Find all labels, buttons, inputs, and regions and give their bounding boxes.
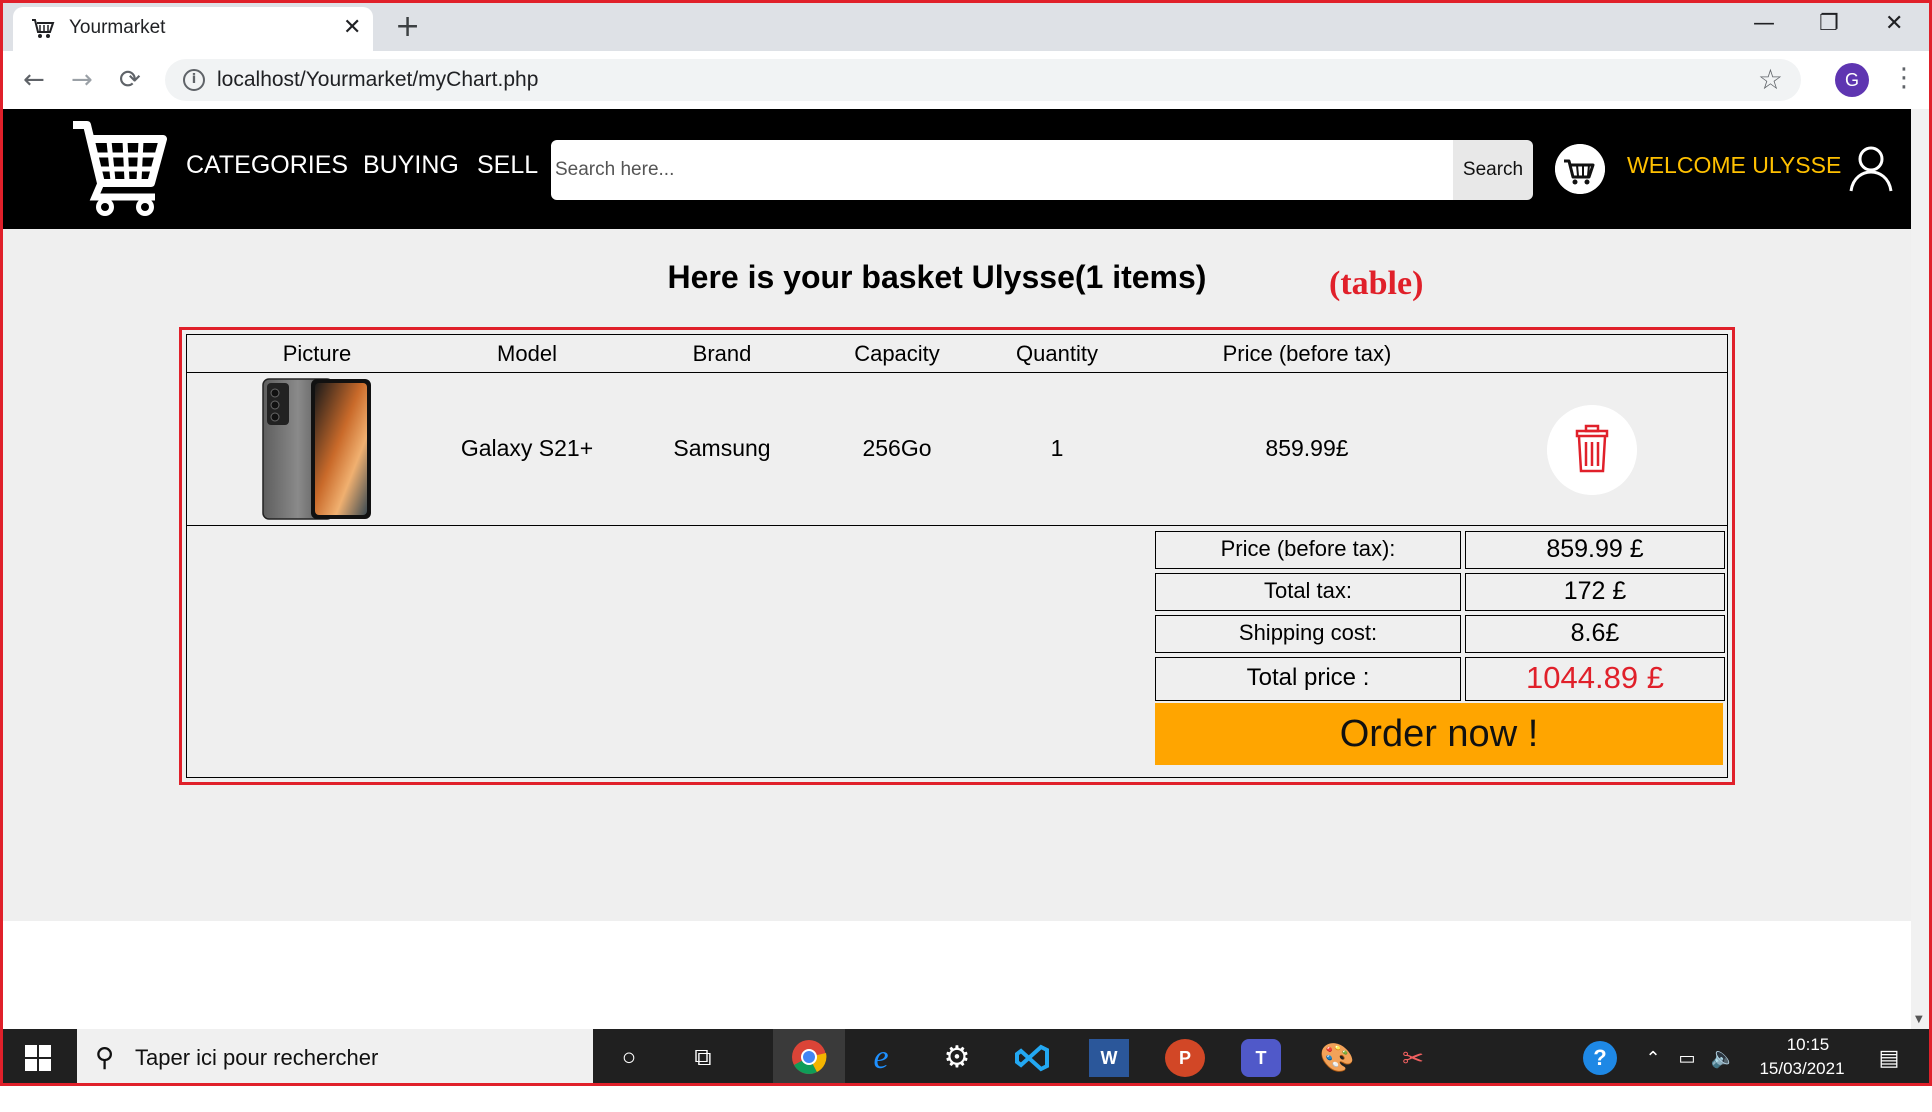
volume-icon[interactable]: 🔈 — [1703, 1039, 1743, 1077]
tab-title: Yourmarket — [69, 17, 166, 38]
windows-start-icon[interactable] — [25, 1045, 51, 1071]
page-blank-area — [3, 921, 1911, 1029]
teams-icon[interactable]: T — [1241, 1039, 1281, 1077]
task-view-icon[interactable]: ⧉ — [683, 1039, 723, 1077]
item-brand: Samsung — [673, 435, 771, 461]
window-close-button[interactable]: ✕ — [1885, 11, 1903, 36]
cart-favicon-icon — [32, 19, 55, 38]
menu-kebab-icon[interactable]: ⋮ — [1891, 63, 1917, 93]
nav-buying[interactable]: BUYING — [363, 151, 459, 180]
settings-gear-icon[interactable]: ⚙ — [937, 1039, 977, 1077]
item-capacity: 256Go — [862, 435, 932, 461]
browser-tab[interactable]: Yourmarket ✕ — [13, 7, 373, 51]
cart-logo-icon[interactable] — [71, 119, 167, 219]
welcome-text[interactable]: WELCOME ULYSSE — [1627, 152, 1841, 179]
table-row: Galaxy S21+ Samsung 256Go 1 859.99£ — [187, 373, 1727, 526]
restore-button[interactable]: ❐ — [1819, 11, 1839, 36]
page-title: Here is your basket Ulysse(1 items) — [667, 259, 1207, 295]
order-now-button[interactable]: Order now ! — [1155, 703, 1723, 765]
basket-icon[interactable] — [1555, 144, 1605, 194]
chrome-taskbar-slot[interactable] — [773, 1029, 845, 1083]
site-navbar: CATEGORIES BUYING SELL Search WELCOME UL… — [3, 109, 1911, 229]
scroll-down-arrow-icon[interactable]: ▼ — [1915, 1014, 1923, 1025]
screen-frame: Yourmarket ✕ + — ❐ ✕ ← → ⟳ i localhost/Y… — [0, 0, 1932, 1086]
minimize-button[interactable]: — — [1753, 11, 1775, 36]
taskbar-search-placeholder[interactable]: Taper ici pour rechercher — [135, 1045, 378, 1071]
summary-shipping-label: Shipping cost: — [1155, 615, 1461, 653]
browser-tab-bar: Yourmarket ✕ + — ❐ ✕ — [3, 3, 1929, 51]
search-input[interactable] — [551, 140, 1455, 200]
item-model: Galaxy S21+ — [460, 435, 594, 461]
site-info-icon[interactable]: i — [183, 69, 205, 91]
summary-tax-value: 172 £ — [1465, 573, 1725, 611]
column-header-picture: Picture — [282, 341, 352, 366]
clock-date[interactable]: 15/03/2021 — [1747, 1059, 1857, 1079]
vscode-icon[interactable] — [1013, 1039, 1053, 1077]
item-quantity: 1 — [1050, 435, 1064, 461]
summary-price-value: 859.99 £ — [1465, 531, 1725, 569]
user-account-icon[interactable] — [1849, 145, 1893, 193]
address-bar[interactable]: i localhost/Yourmarket/myChart.php ☆ — [165, 59, 1801, 101]
edge-legacy-icon[interactable]: e — [861, 1039, 901, 1077]
table-header-row: Picture Model Brand Capacity Quantity Pr… — [187, 335, 1727, 373]
bookmark-star-icon[interactable]: ☆ — [1758, 63, 1783, 96]
vertical-scrollbar[interactable]: ▼ — [1911, 109, 1929, 1029]
clock-time[interactable]: 10:15 — [1763, 1035, 1853, 1055]
notifications-icon[interactable]: ▤ — [1869, 1039, 1909, 1077]
summary-total-label: Total price : — [1155, 657, 1461, 701]
web-page: CATEGORIES BUYING SELL Search WELCOME UL… — [3, 109, 1911, 921]
browser-toolbar: ← → ⟳ i localhost/Yourmarket/myChart.php… — [3, 51, 1929, 109]
nav-sell[interactable]: SELL — [477, 151, 538, 180]
back-arrow-icon[interactable]: ← — [23, 65, 45, 95]
basket-table: Picture Model Brand Capacity Quantity Pr… — [186, 334, 1728, 778]
product-image[interactable] — [261, 377, 373, 521]
column-header-quantity: Quantity — [1016, 341, 1098, 366]
magnifier-icon: ⚲ — [95, 1043, 115, 1073]
summary-tax-label: Total tax: — [1155, 573, 1461, 611]
annotation-outline: Picture Model Brand Capacity Quantity Pr… — [179, 327, 1735, 785]
url-text[interactable]: localhost/Yourmarket/myChart.php — [217, 68, 538, 92]
windows-taskbar: ⚲ Taper ici pour rechercher ○ ⧉ e ⚙ W P … — [3, 1029, 1929, 1083]
item-price: 859.99£ — [1265, 435, 1349, 461]
tab-close-icon[interactable]: ✕ — [343, 15, 361, 40]
summary-price-label: Price (before tax): — [1155, 531, 1461, 569]
summary-shipping-value: 8.6£ — [1465, 615, 1725, 653]
annotation-label: (table) — [1329, 265, 1424, 302]
cortana-icon[interactable]: ○ — [609, 1039, 649, 1077]
profile-avatar[interactable]: G — [1835, 63, 1869, 97]
reload-icon[interactable]: ⟳ — [119, 65, 141, 95]
new-tab-button[interactable]: + — [395, 9, 420, 44]
snip-tool-icon[interactable]: ✂ — [1393, 1039, 1433, 1077]
column-header-price: Price (before tax) — [1222, 341, 1392, 366]
column-header-model: Model — [497, 341, 557, 366]
trash-icon[interactable] — [1547, 405, 1637, 495]
search-button[interactable]: Search — [1453, 140, 1533, 200]
paint-icon[interactable]: 🎨 — [1317, 1039, 1357, 1077]
powerpoint-icon[interactable]: P — [1165, 1039, 1205, 1077]
nav-categories[interactable]: CATEGORIES — [186, 151, 348, 180]
forward-arrow-icon[interactable]: → — [71, 65, 93, 95]
column-header-capacity: Capacity — [854, 341, 940, 366]
column-header-brand: Brand — [692, 341, 752, 366]
help-icon[interactable]: ? — [1583, 1041, 1617, 1075]
summary-total-value: 1044.89 £ — [1465, 657, 1725, 701]
battery-icon[interactable]: ▭ — [1667, 1039, 1707, 1077]
chrome-icon — [792, 1040, 827, 1074]
word-icon[interactable]: W — [1089, 1039, 1129, 1077]
taskbar-search-box[interactable]: ⚲ Taper ici pour rechercher — [77, 1029, 593, 1083]
